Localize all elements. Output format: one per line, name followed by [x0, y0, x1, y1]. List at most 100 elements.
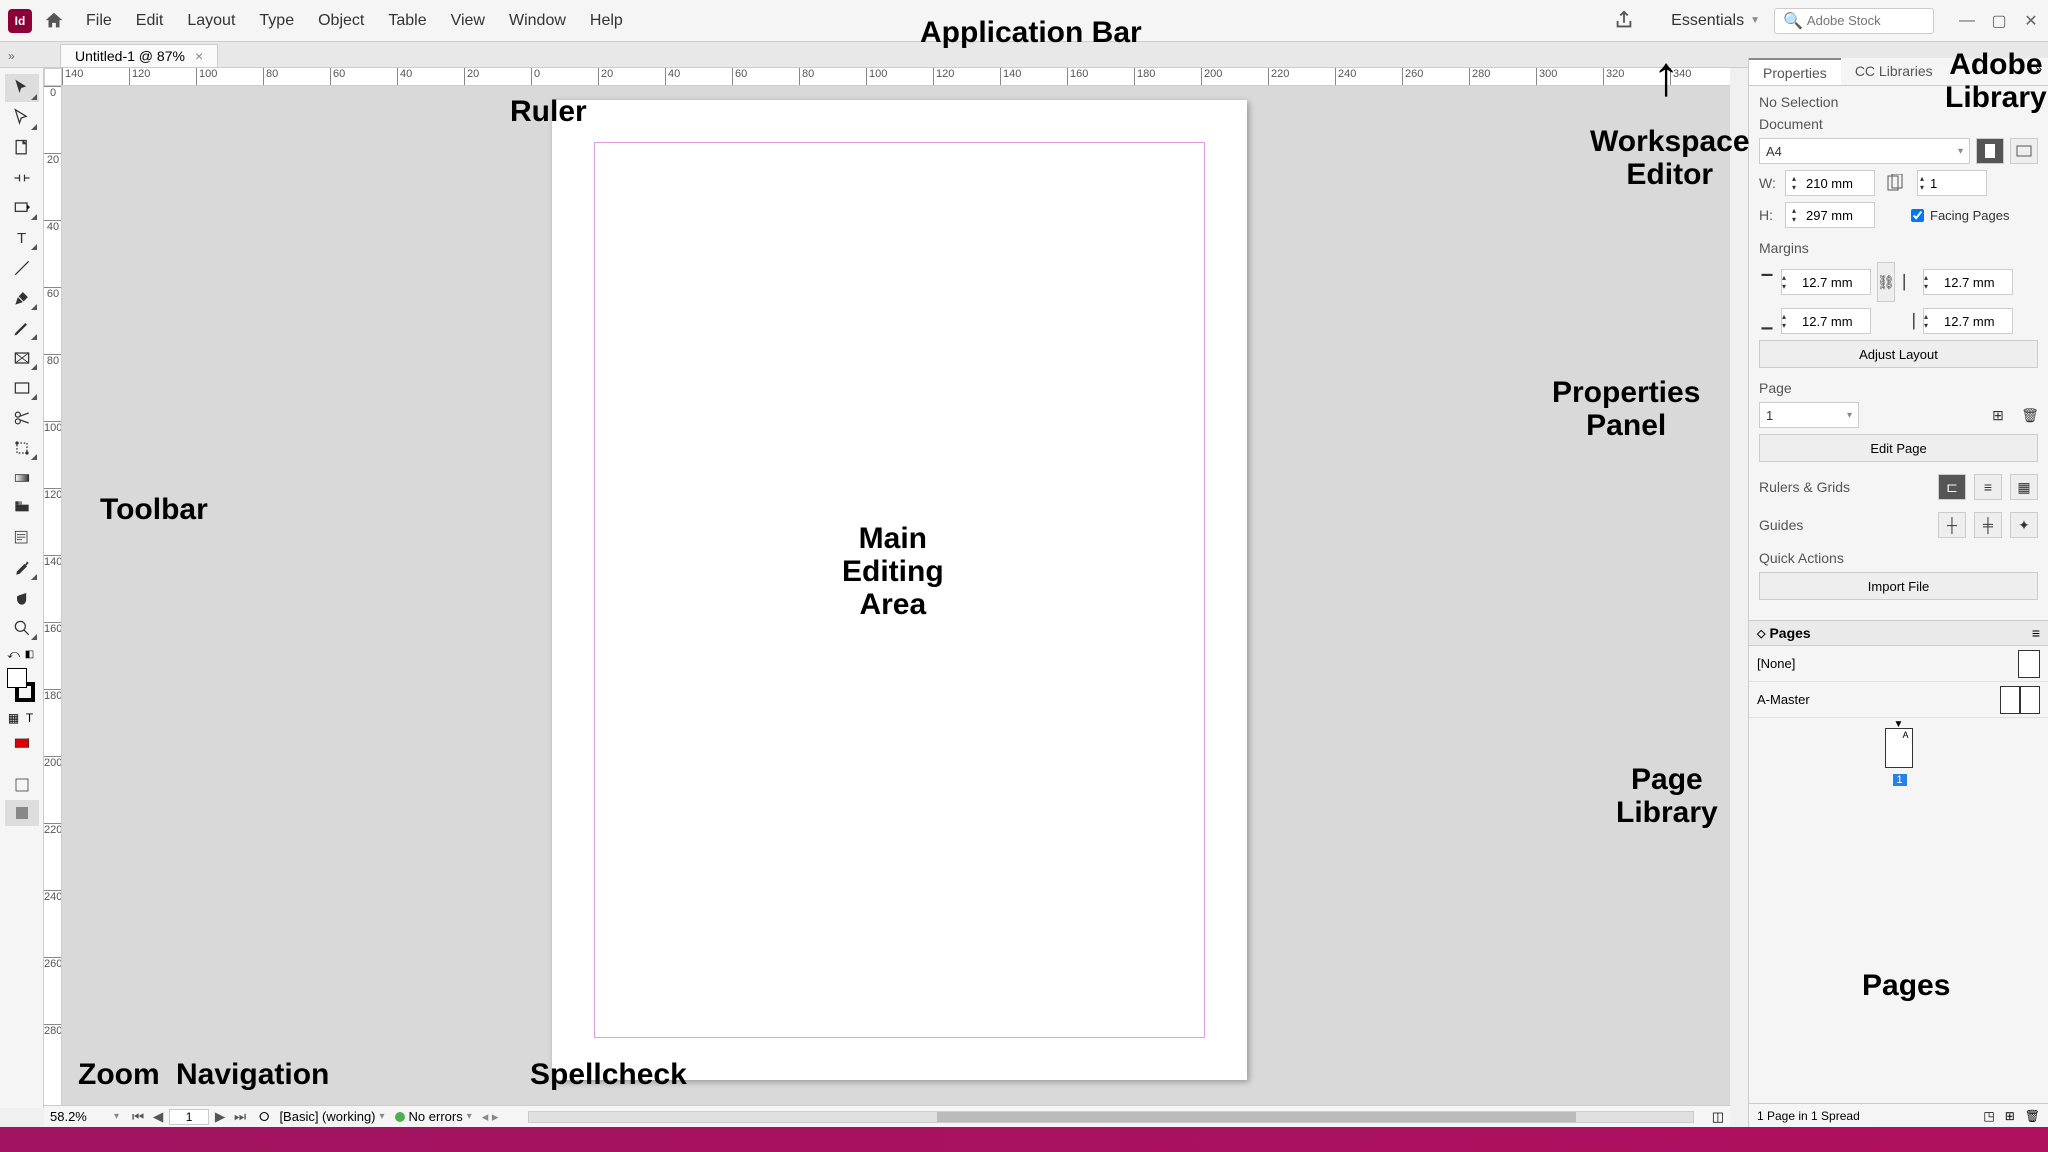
master-a-row[interactable]: A-Master — [1749, 682, 2048, 718]
zoom-chevron-icon[interactable]: ▾ — [114, 1111, 119, 1122]
create-new-page-icon[interactable]: ⊞ — [2005, 1109, 2015, 1123]
new-page-icon[interactable]: ⊞ — [1990, 407, 2006, 423]
gradient-feather-tool[interactable] — [5, 494, 39, 522]
menu-window[interactable]: Window — [499, 8, 576, 34]
scissors-tool[interactable] — [5, 404, 39, 432]
page-tool[interactable] — [5, 134, 39, 162]
document-page[interactable] — [552, 100, 1247, 1080]
last-page-button[interactable]: ⏭ — [231, 1109, 249, 1125]
workspace-selector[interactable]: Essentials ▼ — [1661, 8, 1770, 34]
menu-layout[interactable]: Layout — [177, 8, 245, 34]
horizontal-scrollbar[interactable] — [528, 1111, 1693, 1123]
pages-thumbnails-area[interactable]: A 1 — [1749, 718, 2048, 1103]
maximize-icon[interactable]: ▢ — [1990, 12, 2008, 30]
zoom-value[interactable]: 58.2% — [50, 1109, 110, 1124]
fill-stroke-control[interactable] — [5, 666, 39, 706]
master-none-row[interactable]: [None] — [1749, 646, 2048, 682]
margin-inside-field[interactable] — [1940, 275, 2000, 290]
panel-collapse-icon[interactable]: » — [2029, 58, 2048, 85]
rectangle-frame-tool[interactable] — [5, 344, 39, 372]
page-1-thumb[interactable]: A — [1885, 728, 1913, 768]
tab-close-icon[interactable]: × — [195, 48, 203, 64]
master-a-thumb-right[interactable] — [2020, 686, 2040, 714]
link-margins-icon[interactable]: ⛓ — [1877, 262, 1895, 302]
gap-tool[interactable] — [5, 164, 39, 192]
margin-outside-field[interactable] — [1940, 314, 2000, 329]
tab-cc-libraries[interactable]: CC Libraries — [1841, 58, 1947, 85]
height-field[interactable] — [1802, 208, 1862, 223]
page-number-select[interactable]: 1 ▾ — [1759, 402, 1859, 428]
panel-expand-icon[interactable]: » — [8, 49, 15, 63]
delete-page-icon[interactable]: 🗑 — [2022, 407, 2038, 423]
tab-properties[interactable]: Properties — [1749, 58, 1841, 85]
eyedropper-tool[interactable] — [5, 554, 39, 582]
scrollbar-thumb[interactable] — [937, 1112, 1577, 1122]
pages-count-field[interactable] — [1926, 176, 1986, 191]
note-tool[interactable] — [5, 524, 39, 552]
document-grid-icon[interactable]: ▦ — [2010, 474, 2038, 500]
height-input[interactable]: ▴▾ — [1785, 202, 1875, 228]
status-expand-icon[interactable]: ◂ ▸ — [482, 1109, 499, 1125]
line-tool[interactable] — [5, 254, 39, 282]
preflight-errors-label[interactable]: No errors — [409, 1109, 463, 1124]
guides-show-icon[interactable]: ┼ — [1938, 512, 1966, 538]
menu-edit[interactable]: Edit — [126, 8, 174, 34]
edit-page-button[interactable]: Edit Page — [1759, 434, 2038, 462]
horizontal-ruler[interactable]: 1401201008060402002040608010012014016018… — [62, 68, 1730, 86]
menu-help[interactable]: Help — [580, 8, 633, 34]
delete-page-footer-icon[interactable]: 🗑 — [2025, 1109, 2040, 1123]
margin-top-field[interactable] — [1798, 275, 1858, 290]
preflight-profile-label[interactable]: [Basic] (working) — [279, 1109, 375, 1124]
selection-tool[interactable] — [5, 74, 39, 102]
master-none-thumb[interactable] — [2018, 650, 2040, 678]
apply-color-icon[interactable] — [5, 730, 39, 758]
minimize-icon[interactable]: — — [1958, 12, 1976, 30]
rulers-toggle-icon[interactable]: ⊏ — [1938, 474, 1966, 500]
menu-object[interactable]: Object — [308, 8, 374, 34]
pages-panel-header[interactable]: ◇ Pages ≡ — [1749, 621, 2048, 646]
pages-count-input[interactable]: ▴▾ — [1917, 170, 1987, 196]
errors-chevron-icon[interactable]: ▾ — [467, 1111, 472, 1122]
orientation-portrait-icon[interactable] — [1976, 138, 2004, 164]
master-a-thumb-left[interactable] — [2000, 686, 2020, 714]
open-icon[interactable]: ⭘ — [259, 1109, 269, 1125]
gradient-swatch-tool[interactable] — [5, 464, 39, 492]
baseline-grid-icon[interactable]: ≡ — [1974, 474, 2002, 500]
facing-pages-checkbox[interactable] — [1911, 209, 1924, 222]
prev-page-button[interactable]: ◀ — [149, 1109, 167, 1125]
ruler-origin[interactable] — [44, 68, 62, 86]
adjust-layout-button[interactable]: Adjust Layout — [1759, 340, 2038, 368]
menu-type[interactable]: Type — [249, 8, 304, 34]
formatting-container-icon[interactable]: ▦ — [6, 708, 22, 728]
view-mode-preview-icon[interactable] — [5, 800, 39, 826]
page-size-select[interactable]: A4 ▾ — [1759, 138, 1970, 164]
rectangle-tool[interactable] — [5, 374, 39, 402]
margin-outside-input[interactable]: ▴▾ — [1923, 308, 2013, 334]
hand-tool[interactable] — [5, 584, 39, 612]
margin-bottom-input[interactable]: ▴▾ — [1781, 308, 1871, 334]
close-icon[interactable]: ✕ — [2022, 12, 2040, 30]
pencil-tool[interactable] — [5, 314, 39, 342]
canvas-area[interactable] — [62, 86, 1730, 1112]
width-field[interactable] — [1802, 176, 1862, 191]
smart-guides-icon[interactable]: ✦ — [2010, 512, 2038, 538]
adobe-stock-search[interactable]: 🔍 — [1774, 8, 1934, 34]
preflight-chevron-icon[interactable]: ▾ — [380, 1111, 385, 1122]
margin-bottom-field[interactable] — [1798, 314, 1858, 329]
pen-tool[interactable] — [5, 284, 39, 312]
next-page-button[interactable]: ▶ — [211, 1109, 229, 1125]
content-collector-tool[interactable] — [5, 194, 39, 222]
menu-view[interactable]: View — [441, 8, 495, 34]
menu-table[interactable]: Table — [378, 8, 436, 34]
view-mode-normal-icon[interactable] — [5, 772, 39, 798]
split-view-icon[interactable]: ◫ — [1712, 1109, 1724, 1125]
menu-file[interactable]: File — [76, 8, 122, 34]
type-tool[interactable]: T — [5, 224, 39, 252]
stock-search-input[interactable] — [1807, 13, 1925, 28]
width-input[interactable]: ▴▾ — [1785, 170, 1875, 196]
zoom-tool[interactable] — [5, 614, 39, 642]
pages-collapse-icon[interactable]: ◇ — [1757, 627, 1765, 640]
margin-inside-input[interactable]: ▴▾ — [1923, 269, 2013, 295]
margin-top-input[interactable]: ▴▾ — [1781, 269, 1871, 295]
direct-selection-tool[interactable] — [5, 104, 39, 132]
